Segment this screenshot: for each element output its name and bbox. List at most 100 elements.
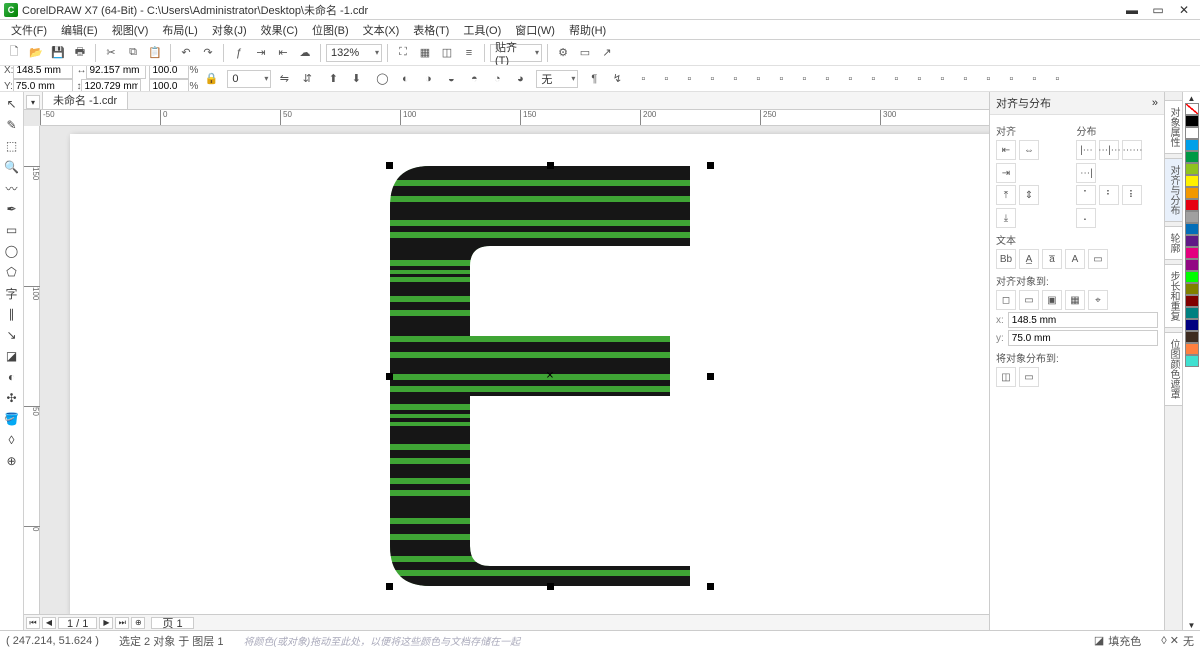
color-swatch[interactable] bbox=[1185, 151, 1199, 163]
print-icon[interactable]: 🖶 bbox=[70, 43, 90, 63]
open-icon[interactable]: 📂 bbox=[26, 43, 46, 63]
color-swatch[interactable] bbox=[1185, 271, 1199, 283]
docker-tab-object-props[interactable]: 对象属性 bbox=[1164, 100, 1183, 154]
dist-space-h-button[interactable]: ⋯⋯ bbox=[1122, 140, 1142, 160]
distto-selection-button[interactable]: ◫ bbox=[996, 367, 1016, 387]
color-swatch[interactable] bbox=[1185, 331, 1199, 343]
dock-icon[interactable]: ▫ bbox=[909, 69, 929, 89]
snap-combo[interactable]: 贴齐(T) bbox=[490, 44, 542, 62]
mirror-v-icon[interactable]: ⇵ bbox=[297, 69, 317, 89]
save-icon[interactable]: 💾 bbox=[48, 43, 68, 63]
menu-window[interactable]: 窗口(W) bbox=[508, 20, 562, 40]
align-bottom-button[interactable]: ⤓ bbox=[996, 208, 1016, 228]
menu-tools[interactable]: 工具(O) bbox=[456, 20, 508, 40]
artistic-tool-icon[interactable]: ✒ bbox=[2, 199, 22, 219]
rulers-icon[interactable]: ▦ bbox=[415, 43, 435, 63]
alignto-point-button[interactable]: ⌖ bbox=[1088, 290, 1108, 310]
copy-icon[interactable]: ⧉ bbox=[123, 43, 143, 63]
export-icon[interactable]: ⇤ bbox=[273, 43, 293, 63]
cut-icon[interactable]: ✂ bbox=[101, 43, 121, 63]
dock-icon[interactable]: ▫ bbox=[725, 69, 745, 89]
outline-indicator[interactable]: ◊ ✕无 bbox=[1161, 633, 1194, 649]
menu-layout[interactable]: 布局(L) bbox=[155, 20, 204, 40]
layout-icon[interactable]: ▭ bbox=[575, 43, 595, 63]
maximize-button[interactable]: ▭ bbox=[1148, 3, 1168, 17]
dist-bottom-button[interactable]: ⠄ bbox=[1076, 208, 1096, 228]
dist-space-v-button[interactable]: ⠇ bbox=[1122, 185, 1142, 205]
dock-icon[interactable]: ▫ bbox=[1001, 69, 1021, 89]
menu-edit[interactable]: 编辑(E) bbox=[54, 20, 105, 40]
align-x-input[interactable] bbox=[1008, 312, 1158, 328]
collapse-icon[interactable]: » bbox=[1152, 97, 1158, 109]
text-first-button[interactable]: A̲ bbox=[1019, 249, 1039, 269]
alignto-active-button[interactable]: ◻ bbox=[996, 290, 1016, 310]
menu-file[interactable]: 文件(F) bbox=[4, 20, 54, 40]
dock-icon[interactable]: ▫ bbox=[679, 69, 699, 89]
rotation-input[interactable]: 0 bbox=[227, 70, 271, 88]
dock-icon[interactable]: ▫ bbox=[1024, 69, 1044, 89]
close-button[interactable]: ✕ bbox=[1174, 3, 1194, 17]
launch-icon[interactable]: ↗ bbox=[597, 43, 617, 63]
align-left-button[interactable]: ⇤ bbox=[996, 140, 1016, 160]
undo-icon[interactable]: ↶ bbox=[176, 43, 196, 63]
handle-nw[interactable] bbox=[386, 162, 393, 169]
text-last-button[interactable]: a̅ bbox=[1042, 249, 1062, 269]
color-swatch[interactable] bbox=[1185, 259, 1199, 271]
eyedropper-tool-icon[interactable]: ✣ bbox=[2, 388, 22, 408]
dist-center-h-button[interactable]: ⋯|⋯ bbox=[1099, 140, 1119, 160]
color-swatch[interactable] bbox=[1185, 115, 1199, 127]
lock-ratio-icon[interactable]: 🔒 bbox=[201, 69, 221, 89]
crop-tool-icon[interactable]: ⬚ bbox=[2, 136, 22, 156]
page-tab[interactable]: 页 1 bbox=[151, 617, 193, 629]
redo-icon[interactable]: ↷ bbox=[198, 43, 218, 63]
prev-page-button[interactable]: ◀ bbox=[42, 617, 56, 629]
docker-tab-bitmap-mask[interactable]: 位图颜色遮罩 bbox=[1164, 332, 1183, 406]
menu-view[interactable]: 视图(V) bbox=[105, 20, 156, 40]
color-swatch[interactable] bbox=[1185, 127, 1199, 139]
color-swatch[interactable] bbox=[1185, 307, 1199, 319]
to-front-icon[interactable]: ⬆ bbox=[323, 69, 343, 89]
dock-icon[interactable]: ▫ bbox=[955, 69, 975, 89]
handle-n[interactable] bbox=[547, 162, 554, 169]
alignto-page-center-button[interactable]: ▣ bbox=[1042, 290, 1062, 310]
handle-w[interactable] bbox=[386, 373, 393, 380]
color-swatch[interactable] bbox=[1185, 187, 1199, 199]
front-minus-icon[interactable]: ◓ bbox=[464, 69, 484, 89]
docker-tab-outline[interactable]: 轮廓 bbox=[1164, 226, 1183, 260]
connector-tool-icon[interactable]: ↘ bbox=[2, 325, 22, 345]
document-tab[interactable]: 未命名 -1.cdr bbox=[42, 92, 128, 109]
handle-se[interactable] bbox=[707, 583, 714, 590]
dock-icon[interactable]: ▫ bbox=[1047, 69, 1067, 89]
palette-down-icon[interactable]: ▼ bbox=[1188, 621, 1196, 630]
freehand-tool-icon[interactable]: 〰 bbox=[2, 178, 22, 198]
docker-tab-step[interactable]: 步长和重复 bbox=[1164, 264, 1183, 328]
zoom-tool-icon[interactable]: 🔍 bbox=[2, 157, 22, 177]
swatch-none[interactable] bbox=[1185, 103, 1199, 115]
boundary-icon[interactable]: ◕ bbox=[510, 69, 530, 89]
align-right-button[interactable]: ⇥ bbox=[996, 163, 1016, 183]
add-page-button[interactable]: ⊕ bbox=[131, 617, 145, 629]
menu-bitmap[interactable]: 位图(B) bbox=[305, 20, 356, 40]
dist-top-button[interactable]: ⠁ bbox=[1076, 185, 1096, 205]
dock-icon[interactable]: ▫ bbox=[932, 69, 952, 89]
mirror-h-icon[interactable]: ⇋ bbox=[274, 69, 294, 89]
dist-center-v-button[interactable]: ⠃ bbox=[1099, 185, 1119, 205]
wrap-icon[interactable]: ¶ bbox=[584, 69, 604, 89]
minimize-button[interactable]: ▬ bbox=[1122, 3, 1142, 17]
docker-tab-align[interactable]: 对齐与分布 bbox=[1164, 158, 1183, 222]
shadow-tool-icon[interactable]: ◪ bbox=[2, 346, 22, 366]
canvas[interactable]: ✕ bbox=[40, 126, 989, 614]
new-icon[interactable]: 🗋 bbox=[4, 43, 24, 63]
menu-help[interactable]: 帮助(H) bbox=[562, 20, 613, 40]
menu-text[interactable]: 文本(X) bbox=[356, 20, 407, 40]
trim-icon[interactable]: ◐ bbox=[395, 69, 415, 89]
scale-y-input[interactable] bbox=[149, 79, 189, 93]
alignto-grid-button[interactable]: ▦ bbox=[1065, 290, 1085, 310]
tab-menu-icon[interactable]: ▾ bbox=[26, 95, 40, 109]
parallel-tool-icon[interactable]: ∥ bbox=[2, 304, 22, 324]
text-outline-button[interactable]: ▭ bbox=[1088, 249, 1108, 269]
transparency-tool-icon[interactable]: ◐ bbox=[2, 367, 22, 387]
zoom-combo[interactable]: 132% bbox=[326, 44, 382, 62]
polygon-tool-icon[interactable]: ⬠ bbox=[2, 262, 22, 282]
more-tool-icon[interactable]: ⊕ bbox=[2, 451, 22, 471]
